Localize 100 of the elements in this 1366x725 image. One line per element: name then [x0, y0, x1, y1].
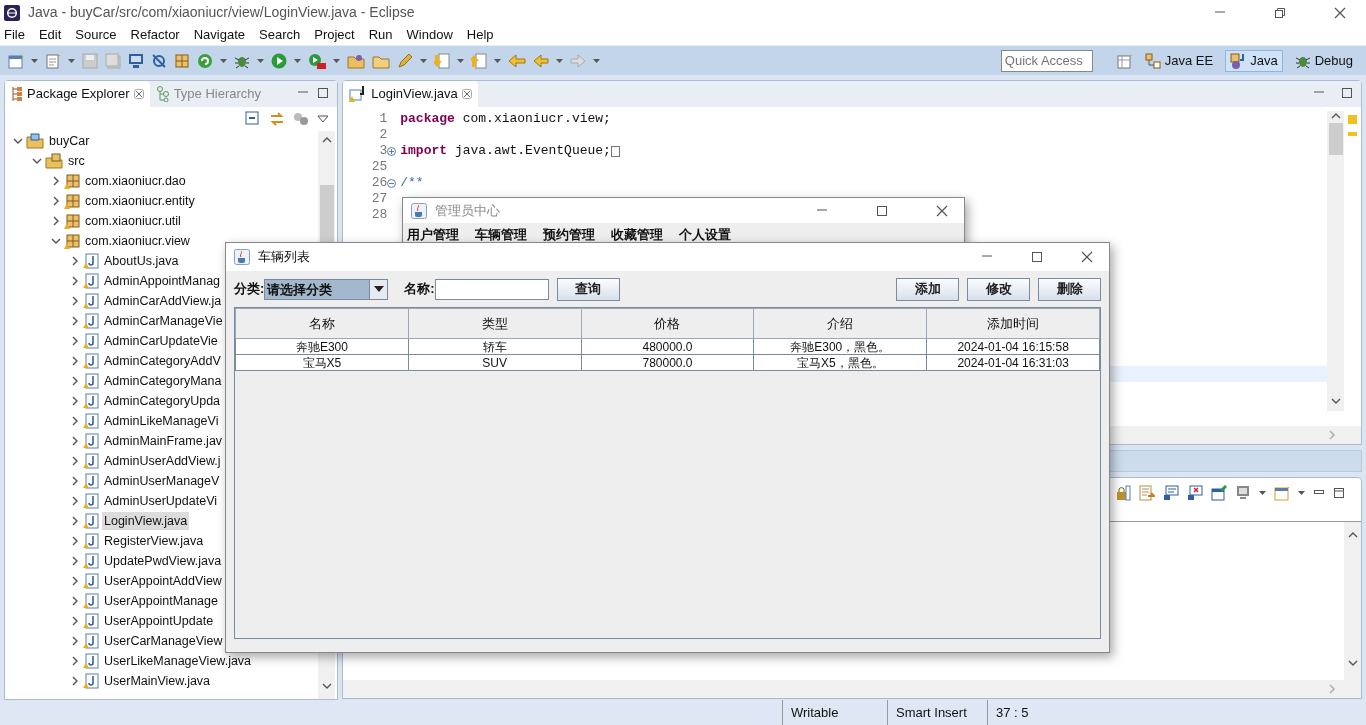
console-icon[interactable] [1163, 485, 1179, 501]
view-tab[interactable]: Package Explorer [5, 81, 150, 107]
column-header[interactable]: 添加时间 [987, 315, 1040, 331]
scroll-lock-icon[interactable] [1139, 485, 1155, 501]
menu-item[interactable]: Source [75, 25, 117, 45]
scrollbar-thumb[interactable] [1328, 123, 1343, 155]
tree-item[interactable]: AdminCategoryMana [102, 371, 224, 391]
menu-item[interactable]: Run [368, 25, 393, 45]
action-button[interactable]: 添加 [896, 277, 959, 301]
perspective-button[interactable]: Java [1225, 49, 1283, 72]
menu-item[interactable]: 车辆管理 [475, 225, 527, 245]
tree-item[interactable]: com.xiaoniucr.util [83, 211, 183, 231]
column-header[interactable]: 名称 [308, 315, 335, 331]
tree-item[interactable]: AdminCarManageVie [102, 311, 225, 331]
tree-item[interactable]: LoginView.java [102, 511, 190, 531]
restore-icon[interactable] [1274, 6, 1286, 19]
menu-item[interactable]: Navigate [193, 25, 245, 45]
tree-item[interactable]: AdminCategoryAddV [102, 351, 223, 371]
collapse-all-icon[interactable] [245, 111, 262, 127]
tree-item[interactable]: AdminUserManageV [102, 471, 222, 491]
link-editor-icon[interactable] [269, 111, 286, 127]
tree-item[interactable]: UserAppointManage [102, 591, 220, 611]
collapse-fold-icon[interactable] [387, 178, 397, 188]
maximize-icon[interactable] [1031, 251, 1043, 263]
menu-item[interactable]: 收藏管理 [611, 225, 663, 245]
tree-item[interactable]: AdminLikeManageVi [102, 411, 221, 431]
tree-item[interactable]: AdminCategoryUpda [102, 391, 223, 411]
tree-item[interactable]: com.xiaoniucr.dao [83, 171, 188, 191]
tree-item[interactable]: com.xiaoniucr.entity [83, 191, 197, 211]
tree-item[interactable]: UpdatePwdView.java [102, 551, 224, 571]
refresh-icon[interactable] [197, 52, 213, 69]
menu-item[interactable]: Search [259, 25, 301, 45]
tree-item[interactable]: UserCarManageView [102, 631, 225, 651]
menu-item[interactable]: File [4, 25, 25, 45]
perspective-button[interactable]: Debug [1289, 49, 1358, 72]
tree-item[interactable]: src [66, 151, 87, 171]
warning-marker-icon[interactable] [1348, 115, 1357, 124]
view-menu-icon[interactable] [317, 113, 330, 125]
maximize-icon[interactable] [1333, 487, 1345, 499]
tree-item[interactable]: buyCar [47, 131, 92, 151]
action-button[interactable]: 删除 [1038, 277, 1101, 301]
maximize-icon[interactable] [876, 204, 888, 217]
tree-item[interactable]: AdminCarAddView.ja [102, 291, 224, 311]
close-icon[interactable] [1334, 6, 1346, 19]
name-field[interactable] [434, 278, 549, 300]
column-header[interactable]: 类型 [481, 315, 508, 331]
menu-item[interactable]: 个人设置 [679, 225, 731, 245]
tree-item[interactable]: AdminUserAddView.j [102, 451, 223, 471]
tree-item[interactable]: RegisterView.java [102, 531, 206, 551]
tree-item[interactable]: com.xiaoniucr.view [83, 231, 192, 251]
run-icon[interactable] [271, 52, 287, 69]
action-button[interactable]: 修改 [967, 277, 1030, 301]
tree-item[interactable]: AdminMainFrame.jav [102, 431, 225, 451]
package-icon[interactable] [174, 52, 190, 69]
scroll-up-icon[interactable] [1347, 530, 1358, 540]
tree-item[interactable]: UserLikeManageView.java [102, 651, 254, 671]
close-icon[interactable] [936, 204, 948, 217]
tree-item[interactable]: UserAppointAddView [102, 571, 224, 591]
tree-item[interactable]: UserAppointUpdate [102, 611, 216, 631]
tree-item[interactable]: AdminCarUpdateVie [102, 331, 220, 351]
new-window-icon[interactable] [8, 52, 24, 69]
run-external-icon[interactable] [308, 52, 326, 69]
menu-item[interactable]: 用户管理 [407, 225, 459, 245]
tree-item[interactable]: UserMainView.java [102, 671, 213, 691]
expand-fold-icon[interactable] [387, 146, 397, 156]
display-console-icon[interactable] [1235, 485, 1251, 501]
column-header[interactable]: 价格 [654, 315, 681, 331]
menu-item[interactable]: Project [314, 25, 355, 45]
close-icon[interactable] [461, 89, 472, 99]
folder-icon[interactable] [347, 52, 365, 69]
menu-item[interactable]: 预约管理 [543, 225, 595, 245]
column-header[interactable]: 介绍 [827, 315, 854, 331]
monitor-icon[interactable] [128, 52, 144, 69]
filter-icon[interactable] [293, 111, 310, 127]
maximize-icon[interactable] [317, 87, 330, 99]
quick-access-field[interactable]: Quick Access [1000, 49, 1093, 72]
menu-item[interactable]: Refactor [130, 25, 180, 45]
tree-item[interactable]: AdminAppointManag [102, 271, 223, 291]
tree-item[interactable]: AboutUs.java [102, 251, 181, 271]
pin-console-icon[interactable] [1211, 485, 1227, 501]
editor-tab[interactable]: LoginView.java [343, 81, 478, 107]
remove-console-icon[interactable] [1187, 485, 1203, 501]
warning-marker-icon[interactable] [1348, 132, 1357, 136]
folded-code-icon[interactable] [610, 145, 620, 157]
pencil-icon[interactable] [397, 52, 413, 69]
maximize-icon[interactable] [1341, 87, 1353, 99]
close-icon[interactable] [1081, 251, 1093, 263]
new-console-icon[interactable] [1274, 485, 1290, 501]
search-button[interactable]: 查询 [556, 277, 620, 301]
perspective-button[interactable]: Java EE [1139, 49, 1219, 72]
lock-icon[interactable] [1115, 485, 1131, 501]
scrollbar-thumb[interactable] [319, 185, 334, 245]
close-icon[interactable] [133, 89, 144, 99]
tree-item[interactable]: AdminUserUpdateVi [102, 491, 220, 511]
menu-item[interactable]: Window [406, 25, 453, 45]
category-dropdown[interactable]: 请选择分类 [264, 278, 389, 300]
scroll-up-icon[interactable] [1330, 111, 1341, 121]
menu-item[interactable]: Edit [38, 25, 62, 45]
menu-item[interactable]: Help [466, 25, 494, 45]
scroll-up-icon[interactable] [321, 135, 332, 145]
